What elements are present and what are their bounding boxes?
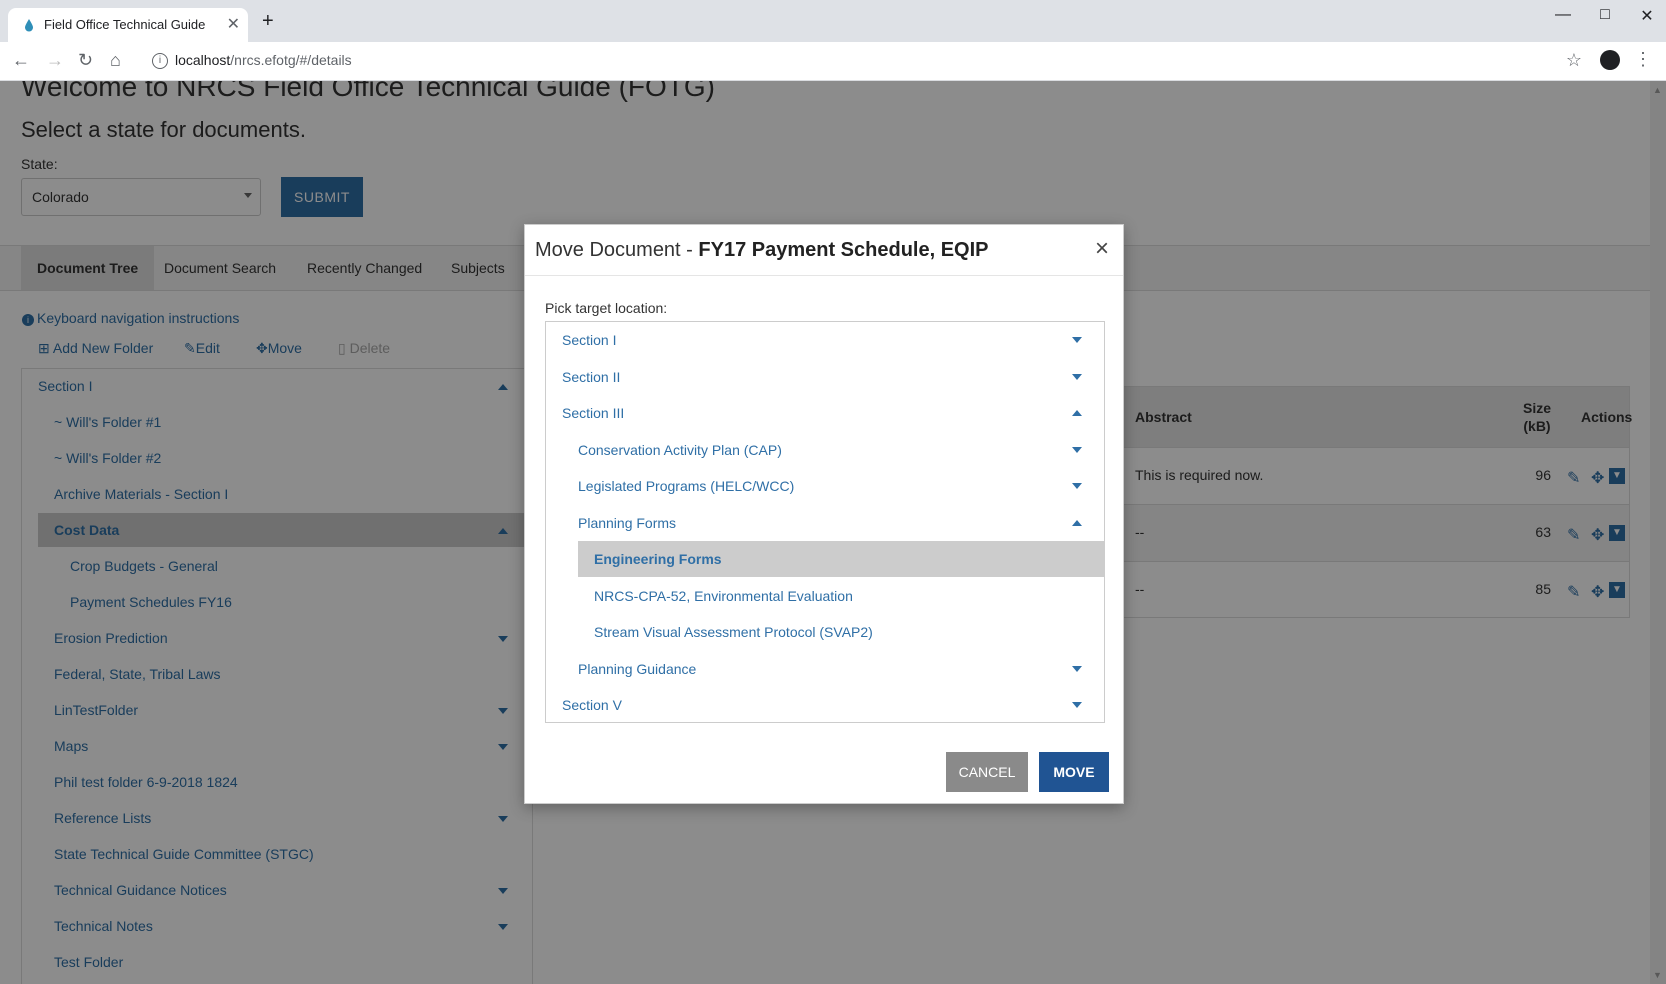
browser-toolbar: ← → ↻ ⌂ i localhost/nrcs.efotg/#/details… (0, 42, 1666, 81)
move-confirm-button[interactable]: MOVE (1039, 752, 1109, 792)
minimize-icon[interactable]: — (1548, 6, 1578, 24)
tab-close-icon[interactable]: ✕ (227, 14, 240, 34)
dialog-divider (525, 275, 1123, 276)
caret-down-icon[interactable] (1072, 447, 1082, 453)
forward-icon[interactable]: → (46, 50, 64, 71)
caret-up-icon[interactable] (1072, 520, 1082, 526)
back-icon[interactable]: ← (12, 50, 30, 71)
water-drop-icon (25, 19, 33, 32)
browser-tab-strip: Field Office Technical Guide ✕ + — □ ✕ (0, 0, 1666, 42)
target-item-label: Stream Visual Assessment Protocol (SVAP2… (594, 624, 873, 640)
move-document-dialog: Move Document - FY17 Payment Schedule, E… (524, 224, 1124, 804)
caret-down-icon[interactable] (1072, 483, 1082, 489)
target-item-stream-visual-assessment-protocol-svap2[interactable]: Stream Visual Assessment Protocol (SVAP2… (594, 614, 1104, 650)
target-item-legislated-programs-helc-wcc[interactable]: Legislated Programs (HELC/WCC) (578, 468, 1104, 504)
target-item-planning-guidance[interactable]: Planning Guidance (578, 651, 1104, 687)
target-item-section-ii[interactable]: Section II (562, 359, 1104, 395)
window-close-icon[interactable]: ✕ (1632, 6, 1662, 26)
target-location-tree: Section I Section II Section III Conservati… (545, 321, 1105, 723)
caret-down-icon[interactable] (1072, 374, 1082, 380)
target-item-nrcs-cpa-52-environmental-evaluation[interactable]: NRCS-CPA-52, Environmental Evaluation (594, 578, 1104, 614)
profile-avatar-icon[interactable] (1600, 50, 1620, 70)
browser-menu-icon[interactable]: ⋮ (1634, 49, 1652, 70)
cancel-button[interactable]: CANCEL (946, 752, 1028, 792)
target-item-label: Conservation Activity Plan (CAP) (578, 442, 782, 458)
target-item-label: Planning Forms (578, 515, 677, 531)
bookmark-star-icon[interactable]: ☆ (1566, 50, 1582, 71)
reload-icon[interactable]: ↻ (78, 50, 93, 71)
target-item-label: Section I (562, 332, 617, 348)
target-item-label: NRCS-CPA-52, Environmental Evaluation (594, 588, 853, 604)
target-item-section-v[interactable]: Section V (562, 687, 1104, 723)
target-item-section-iii[interactable]: Section III (562, 395, 1104, 431)
close-icon[interactable]: × (1095, 235, 1109, 263)
target-item-label: Section II (562, 369, 621, 385)
caret-up-icon[interactable] (1072, 410, 1082, 416)
browser-tab-title: Field Office Technical Guide (44, 17, 206, 32)
pick-target-label: Pick target location: (545, 300, 668, 316)
dialog-title: Move Document - FY17 Payment Schedule, E… (535, 239, 989, 261)
home-icon[interactable]: ⌂ (110, 50, 121, 71)
target-item-section-i[interactable]: Section I (562, 322, 1104, 358)
maximize-icon[interactable]: □ (1590, 6, 1620, 24)
target-item-label: Section III (562, 405, 625, 421)
caret-down-icon[interactable] (1072, 337, 1082, 343)
target-item-conservation-activity-plan-cap[interactable]: Conservation Activity Plan (CAP) (578, 432, 1104, 468)
address-bar[interactable]: localhost/nrcs.efotg/#/details (175, 52, 352, 68)
modal-backdrop-scroll (1650, 81, 1666, 984)
target-item-label: Legislated Programs (HELC/WCC) (578, 478, 795, 494)
target-item-label: Section V (562, 697, 622, 713)
target-item-engineering-forms[interactable]: Engineering Forms (578, 541, 1104, 577)
caret-down-icon[interactable] (1072, 702, 1082, 708)
site-info-icon[interactable]: i (152, 53, 168, 69)
target-item-label: Engineering Forms (594, 551, 722, 567)
target-item-label: Planning Guidance (578, 661, 697, 677)
caret-down-icon[interactable] (1072, 666, 1082, 672)
new-tab-icon[interactable]: + (262, 10, 274, 33)
target-item-planning-forms[interactable]: Planning Forms (578, 505, 1104, 541)
browser-tab[interactable]: Field Office Technical Guide ✕ (8, 8, 248, 42)
